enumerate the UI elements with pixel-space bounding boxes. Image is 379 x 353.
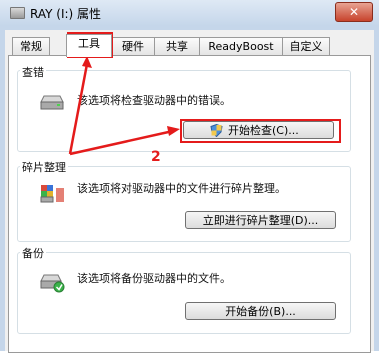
tab-sharing[interactable]: 共享 (154, 37, 200, 56)
tab-customize[interactable]: 自定义 (282, 37, 330, 56)
drive-icon (10, 7, 25, 19)
defrag-group (17, 166, 351, 242)
step-number: 2 (151, 149, 161, 165)
window-title: RAY (I:) 属性 (30, 7, 102, 21)
hard-drive-icon (40, 95, 64, 110)
defrag-desc: 该选项将对驱动器中的文件进行碎片整理。 (77, 182, 286, 195)
backup-desc: 该选项将备份驱动器中的文件。 (77, 272, 231, 285)
backup-icon (40, 274, 65, 293)
defrag-title: 碎片整理 (20, 159, 68, 175)
error-check-title: 查错 (20, 64, 46, 80)
title-bar: RAY (I:) 属性 ✕ (0, 0, 379, 26)
tab-general[interactable]: 常规 (12, 37, 50, 56)
defrag-now-button[interactable]: 立即进行碎片整理(D)... (185, 211, 336, 229)
check-button-highlight (180, 119, 341, 143)
defrag-icon (40, 185, 64, 203)
tab-hardware[interactable]: 硬件 (111, 37, 155, 56)
tab-tools[interactable]: 工具 (66, 34, 112, 57)
error-check-desc: 该选项将检查驱动器中的错误。 (77, 94, 231, 107)
tab-readyboost[interactable]: ReadyBoost (199, 37, 283, 56)
close-button[interactable]: ✕ (335, 2, 373, 22)
backup-group (17, 252, 351, 334)
backup-title: 备份 (20, 245, 46, 261)
start-backup-button[interactable]: 开始备份(B)... (185, 302, 336, 320)
